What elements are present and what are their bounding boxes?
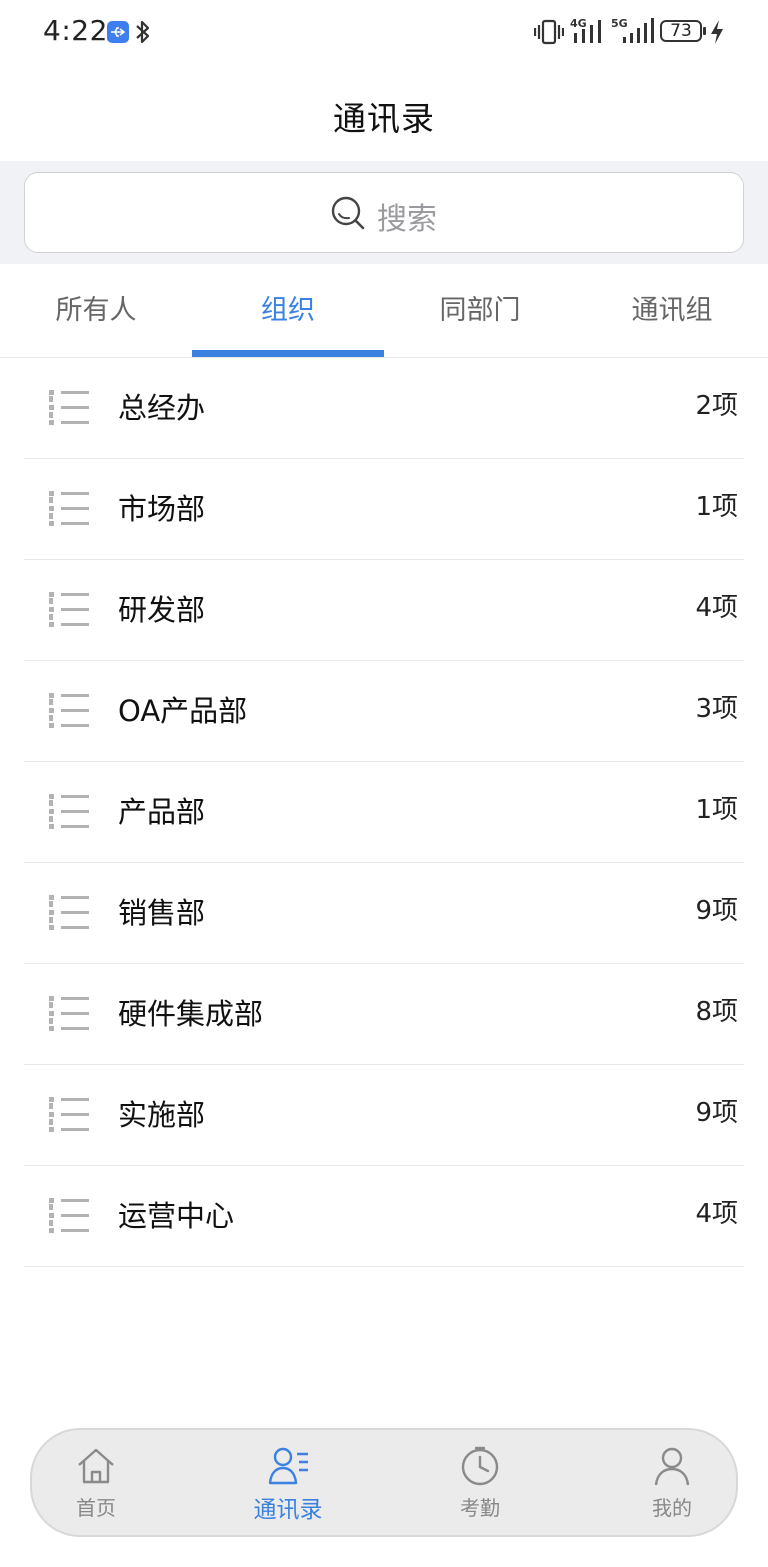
- contacts-page: 4:22 4G 5G 73 通讯录 搜索 所有人 组织 同部门 通讯组 总经办 …: [0, 0, 768, 1567]
- org-count: 2项: [695, 391, 738, 421]
- bluetooth-icon: [134, 19, 152, 49]
- signal-4g-icon: 4G: [570, 16, 606, 50]
- org-name: 研发部: [118, 593, 206, 627]
- battery-icon: 73: [660, 20, 702, 42]
- home-icon: [78, 1448, 114, 1484]
- list-item[interactable]: 运营中心 4项: [24, 1166, 744, 1267]
- header: 通讯录: [0, 66, 768, 161]
- usb-icon: [107, 21, 129, 43]
- battery-cap: [703, 27, 706, 35]
- list-icon: [48, 892, 90, 938]
- list-icon: [48, 1195, 90, 1241]
- clock-icon: [461, 1446, 499, 1486]
- vibrate-icon: [533, 19, 565, 49]
- nav-attendance-label: 考勤: [460, 1496, 500, 1520]
- org-name: 市场部: [118, 492, 206, 526]
- org-name: 总经办: [118, 391, 206, 425]
- org-count: 1项: [695, 795, 738, 825]
- list-icon: [48, 488, 90, 534]
- nav-attendance[interactable]: 考勤: [420, 1430, 540, 1535]
- org-name: 运营中心: [118, 1199, 235, 1233]
- list-icon: [48, 993, 90, 1039]
- list-icon: [48, 791, 90, 837]
- status-time: 4:22: [43, 14, 108, 47]
- list-icon: [48, 1094, 90, 1140]
- org-count: 3项: [695, 694, 738, 724]
- search-icon: [330, 195, 366, 235]
- list-item[interactable]: 硬件集成部 8项: [24, 964, 744, 1065]
- org-name: 实施部: [118, 1098, 206, 1132]
- tab-same-department[interactable]: 同部门: [384, 264, 576, 358]
- nav-home[interactable]: 首页: [36, 1430, 156, 1535]
- tab-contact-groups[interactable]: 通讯组: [576, 264, 768, 358]
- list-item[interactable]: 研发部 4项: [24, 560, 744, 661]
- tab-organization[interactable]: 组织: [192, 264, 384, 358]
- contacts-icon: [268, 1447, 308, 1485]
- person-icon: [654, 1447, 690, 1486]
- org-name: OA产品部: [118, 694, 248, 728]
- org-name: 硬件集成部: [118, 997, 264, 1031]
- search-bar-area: 搜索: [0, 161, 768, 264]
- bottom-nav: 首页 通讯录 考勤 我的: [30, 1428, 738, 1537]
- list-item[interactable]: 销售部 9项: [24, 863, 744, 964]
- org-name: 销售部: [118, 896, 206, 930]
- search-input[interactable]: 搜索: [24, 172, 744, 253]
- nav-mine-label: 我的: [652, 1496, 692, 1520]
- nav-contacts[interactable]: 通讯录: [228, 1430, 348, 1535]
- status-bar: 4:22 4G 5G 73: [0, 0, 768, 66]
- list-item[interactable]: 实施部 9项: [24, 1065, 744, 1166]
- search-placeholder: 搜索: [377, 202, 437, 237]
- tab-active-indicator: [192, 350, 384, 357]
- svg-text:5G: 5G: [611, 17, 628, 30]
- page-title: 通讯录: [333, 99, 435, 138]
- org-count: 9项: [695, 896, 738, 926]
- tab-bar: 所有人 组织 同部门 通讯组: [0, 264, 768, 358]
- org-count: 9项: [695, 1098, 738, 1128]
- org-count: 4项: [695, 1199, 738, 1229]
- organization-list: 总经办 2项 市场部 1项 研发部 4项 OA产品部 3项 产品部 1项 销售部…: [24, 358, 744, 1267]
- org-count: 1项: [695, 492, 738, 522]
- nav-mine[interactable]: 我的: [612, 1430, 732, 1535]
- org-count: 4项: [695, 593, 738, 623]
- charging-icon: [710, 20, 724, 48]
- list-icon: [48, 690, 90, 736]
- nav-contacts-label: 通讯录: [253, 1497, 323, 1523]
- signal-5g-icon: 5G: [611, 16, 655, 50]
- tab-all-people[interactable]: 所有人: [0, 264, 192, 358]
- org-count: 8项: [695, 997, 738, 1027]
- list-icon: [48, 387, 90, 433]
- list-item[interactable]: 总经办 2项: [24, 358, 744, 459]
- svg-text:4G: 4G: [570, 17, 587, 30]
- list-item[interactable]: 产品部 1项: [24, 762, 744, 863]
- list-item[interactable]: OA产品部 3项: [24, 661, 744, 762]
- org-name: 产品部: [118, 795, 206, 829]
- list-icon: [48, 589, 90, 635]
- list-item[interactable]: 市场部 1项: [24, 459, 744, 560]
- nav-home-label: 首页: [76, 1496, 116, 1520]
